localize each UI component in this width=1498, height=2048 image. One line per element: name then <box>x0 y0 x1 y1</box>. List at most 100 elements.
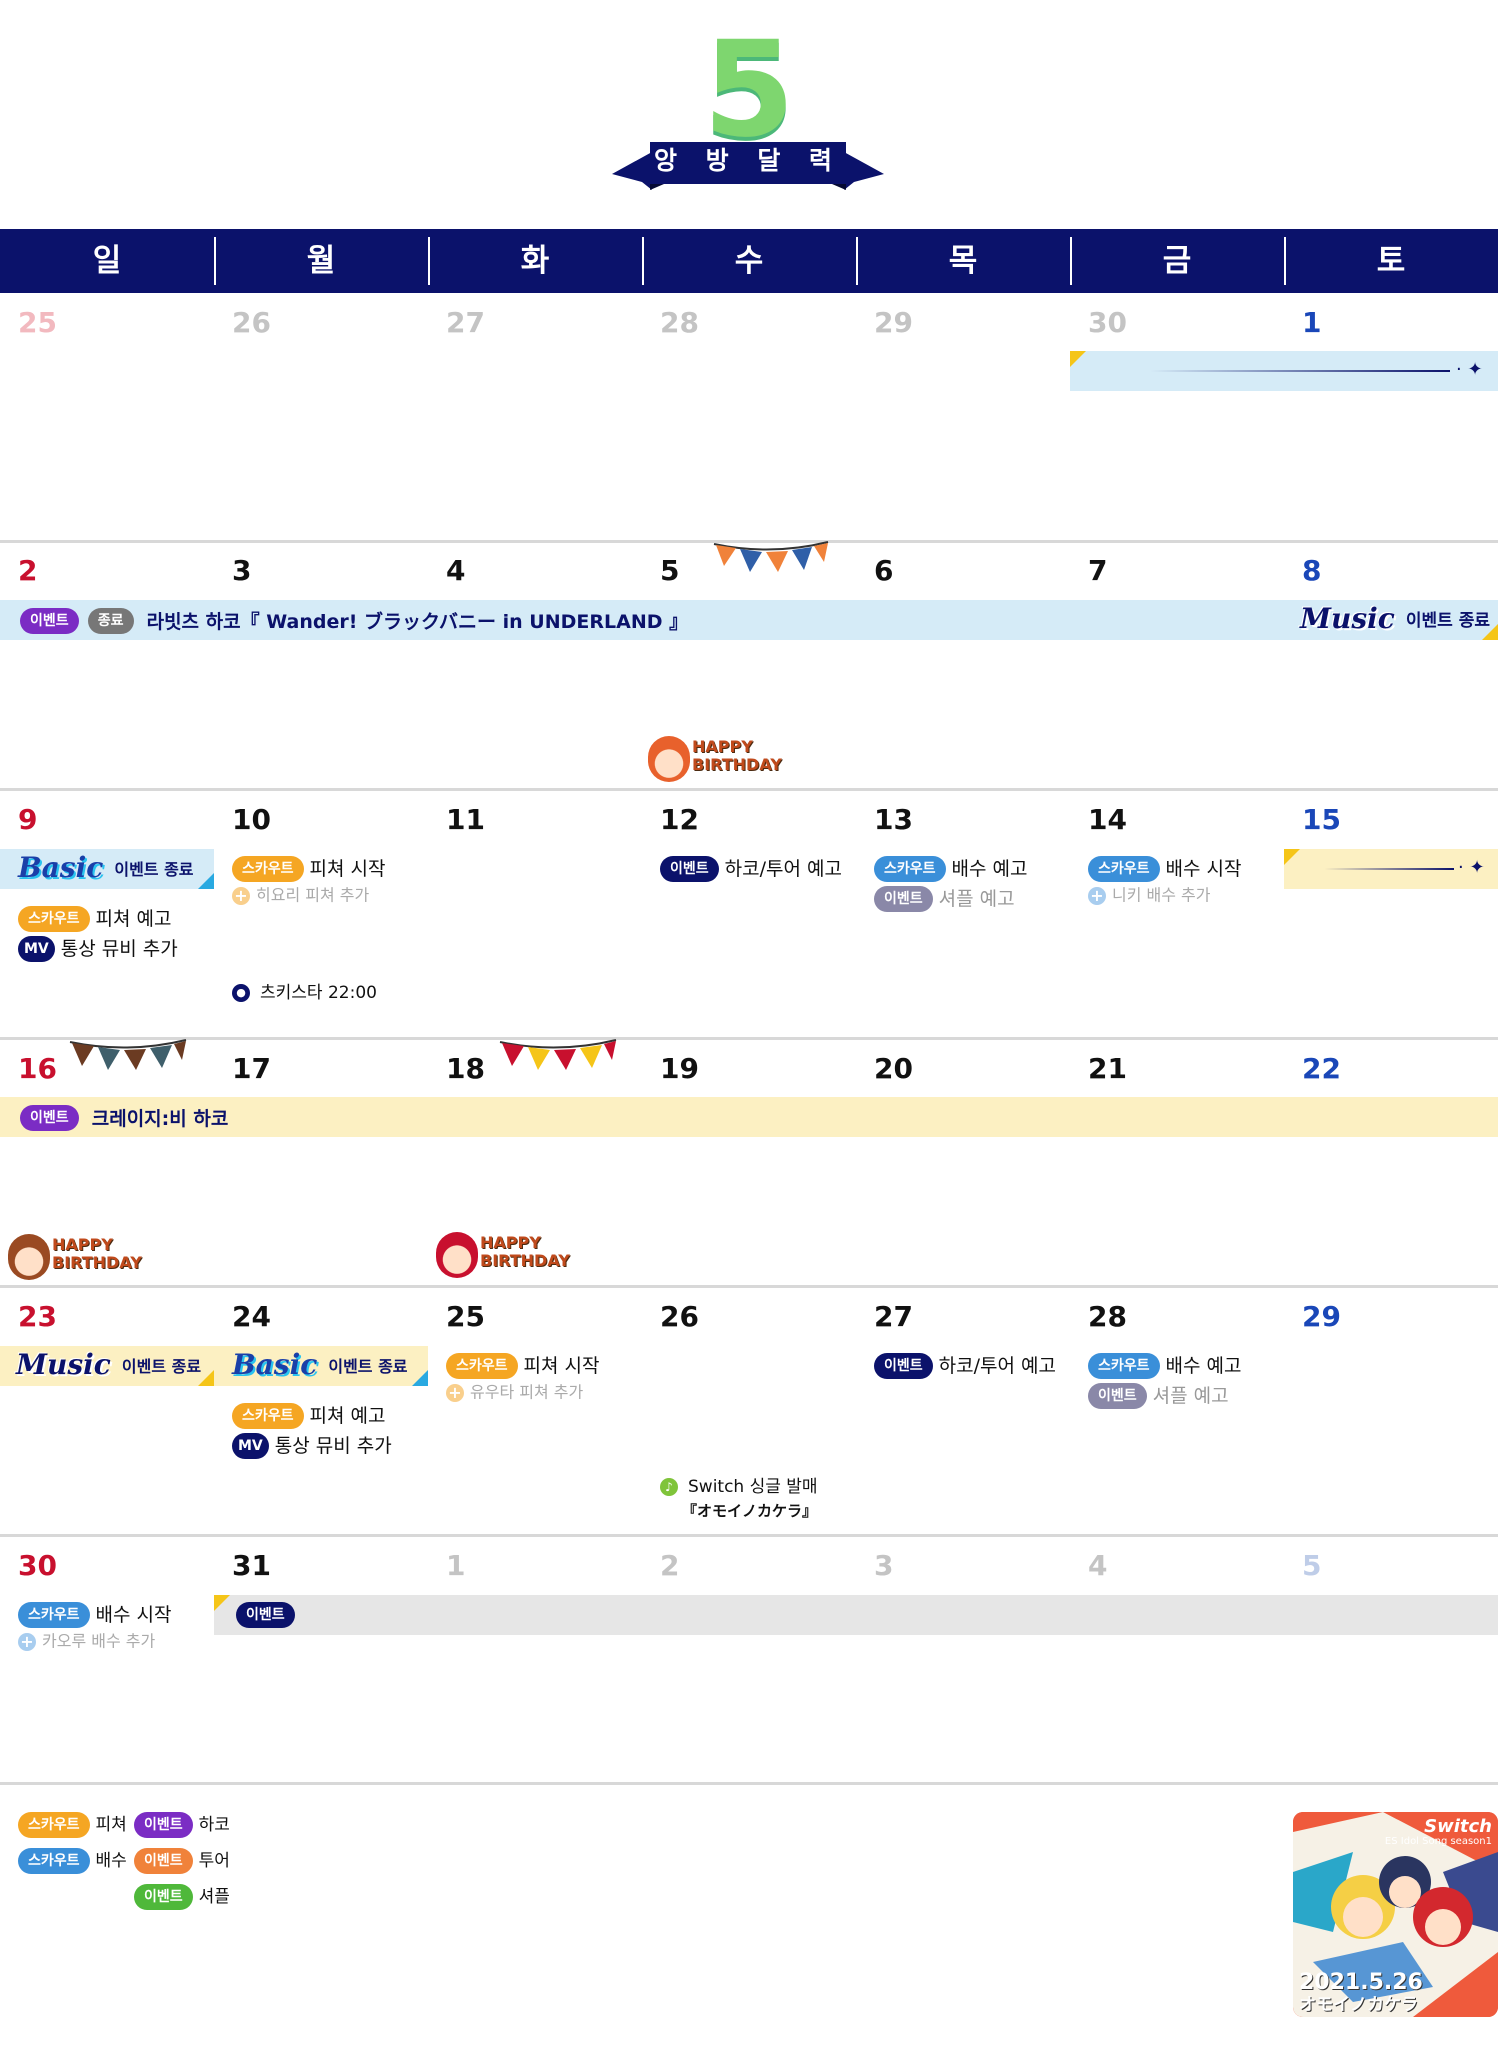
day-cell[interactable]: 24 <box>214 1292 428 1342</box>
calendar-event[interactable]: 스카우트 피쳐 예고 <box>18 904 172 933</box>
day-cell[interactable]: 28 <box>1070 1292 1284 1342</box>
day-cell[interactable]: 19 <box>642 1044 856 1094</box>
sparkle-icon: · ✦ <box>1458 857 1485 878</box>
calendar-event[interactable]: 스카우트 피쳐 예고 <box>232 1401 386 1430</box>
sparkle-line <box>1324 868 1454 870</box>
calendar-event[interactable]: MV 통상 뮤비 추가 <box>18 934 178 963</box>
day-cell[interactable]: 26 <box>214 298 428 348</box>
legend-badge: 스카우트 <box>18 1812 90 1838</box>
calendar-event[interactable]: 스카우트 배수 시작 <box>18 1600 172 1629</box>
day-cell[interactable]: 13 <box>856 795 1070 845</box>
day-cell[interactable]: 28 <box>642 298 856 348</box>
day-cell[interactable]: 3 <box>856 1541 1070 1591</box>
row-divider <box>0 1782 1498 1785</box>
calendar-event[interactable]: 스카우트 배수 예고 <box>1088 1351 1242 1380</box>
album-cover[interactable]: Switch ES Idol Song season1 2021.5.26 オモ… <box>1293 1812 1498 2017</box>
day-cell[interactable]: 21 <box>1070 1044 1284 1094</box>
day-cell[interactable]: 4 <box>1070 1541 1284 1591</box>
weekday-wed: 수 <box>642 229 856 293</box>
corner-marker <box>1284 849 1300 865</box>
calendar-event[interactable]: 이벤트 셔플 예고 <box>874 884 1015 913</box>
weekday-sat: 토 <box>1284 229 1498 293</box>
day-cell[interactable]: 5 <box>1284 1541 1498 1591</box>
scout-badge: 스카우트 <box>446 1352 518 1379</box>
day-cell[interactable]: 30 <box>1070 298 1284 348</box>
music-logo: Music <box>16 1348 111 1381</box>
day-cell[interactable]: 12 <box>642 795 856 845</box>
legend-item-event-hako: 이벤트 하코 <box>134 1811 230 1839</box>
calendar-event[interactable]: 이벤트 하코/투어 예고 <box>874 1351 1056 1380</box>
basic-logo: Basic <box>232 1348 318 1381</box>
row-divider <box>0 1534 1498 1537</box>
weekday-fri: 금 <box>1070 229 1284 293</box>
legend-badge: 스카우트 <box>18 1848 90 1874</box>
legend-badge: 이벤트 <box>134 1812 193 1838</box>
day-cell[interactable]: 2 <box>0 546 214 596</box>
day-cell[interactable]: 29 <box>856 298 1070 348</box>
day-cell[interactable]: 8 <box>1284 546 1498 596</box>
day-cell[interactable]: 3 <box>214 546 428 596</box>
event-bar-upcoming[interactable]: 이벤트 <box>214 1595 1498 1635</box>
day-cell[interactable]: 7 <box>1070 546 1284 596</box>
day-cell[interactable]: 6 <box>856 546 1070 596</box>
scout-badge: 스카우트 <box>18 1601 90 1628</box>
month-number: 5 <box>703 13 795 167</box>
calendar-event[interactable]: 이벤트 하코/투어 예고 <box>660 854 842 883</box>
event-bar[interactable]: · ✦ <box>1284 849 1498 889</box>
calendar-event[interactable]: MV 통상 뮤비 추가 <box>232 1431 392 1460</box>
day-cell[interactable]: 31 <box>214 1541 428 1591</box>
day-cell[interactable]: 25 <box>428 1292 642 1342</box>
event-bar-hako[interactable]: 이벤트 종료 라빗츠 하코『 Wander! ブラックバニー in UNDERL… <box>0 600 1498 640</box>
basic-logo: Basic <box>18 851 104 884</box>
day-cell[interactable]: 15 <box>1284 795 1498 845</box>
event-bar-basic-end[interactable]: Basic 이벤트 종료 <box>214 1346 428 1386</box>
calendar-event-sub[interactable]: + 카오루 배수 추가 <box>18 1630 155 1653</box>
day-cell[interactable]: 25 <box>0 298 214 348</box>
calendar-event[interactable]: 스카우트 피쳐 시작 <box>232 854 386 883</box>
event-badge: 이벤트 <box>236 1602 295 1628</box>
day-cell[interactable]: 23 <box>0 1292 214 1342</box>
calendar-event-sub[interactable]: + 히요리 피쳐 추가 <box>232 884 369 907</box>
event-bar-basic-end[interactable]: Basic 이벤트 종료 <box>0 849 214 889</box>
day-cell[interactable]: 1 <box>1284 298 1498 348</box>
day-cell[interactable]: 11 <box>428 795 642 845</box>
day-cell[interactable]: 27 <box>856 1292 1070 1342</box>
day-cell[interactable]: 30 <box>0 1541 214 1591</box>
event-bar[interactable]: · ✦ <box>1070 351 1498 391</box>
event-bar-hako[interactable]: 이벤트 크레이지:비 하코 <box>0 1097 1498 1137</box>
row-divider <box>0 1037 1498 1040</box>
day-cell[interactable]: 9 <box>0 795 214 845</box>
day-cell[interactable]: 2 <box>642 1541 856 1591</box>
calendar-event[interactable]: 스카우트 배수 시작 <box>1088 854 1242 883</box>
character-avatar <box>436 1232 478 1278</box>
calendar-event[interactable]: ● 츠키스타 22:00 <box>232 979 377 1007</box>
day-cell[interactable]: 4 <box>428 546 642 596</box>
day-cell[interactable]: 14 <box>1070 795 1284 845</box>
day-cell[interactable]: 10 <box>214 795 428 845</box>
event-bar-music-end[interactable]: Music 이벤트 종료 <box>0 1346 214 1386</box>
bunting-decoration <box>713 541 829 572</box>
mv-badge: MV <box>18 935 55 962</box>
calendar-event[interactable]: 스카우트 피쳐 시작 <box>446 1351 600 1380</box>
birthday-text: HAPPY BIRTHDAY <box>52 1235 142 1272</box>
calendar-event-release[interactable]: ♪ Switch 싱글 발매 <box>660 1476 818 1498</box>
corner-marker <box>214 1595 230 1611</box>
day-cell[interactable]: 26 <box>642 1292 856 1342</box>
scout-badge: 스카우트 <box>232 855 304 882</box>
day-cell[interactable]: 1 <box>428 1541 642 1591</box>
day-cell[interactable]: 27 <box>428 298 642 348</box>
day-cell[interactable]: 17 <box>214 1044 428 1094</box>
birthday-marker: HAPPY BIRTHDAY <box>436 1232 586 1280</box>
plus-icon: + <box>18 1632 36 1651</box>
day-cell[interactable]: 22 <box>1284 1044 1498 1094</box>
calendar-event-sub[interactable]: + 유우타 피쳐 추가 <box>446 1381 583 1404</box>
corner-marker <box>1482 624 1498 640</box>
sparkle-icon: · ✦ <box>1456 359 1483 380</box>
calendar-event[interactable]: 이벤트 셔플 예고 <box>1088 1381 1229 1410</box>
weekday-sun: 일 <box>92 243 122 279</box>
calendar-event-sub[interactable]: + 니키 배수 추가 <box>1088 884 1211 907</box>
music-end: Music 이벤트 종료 <box>1300 602 1490 635</box>
calendar-event[interactable]: 스카우트 배수 예고 <box>874 854 1028 883</box>
day-cell[interactable]: 29 <box>1284 1292 1498 1342</box>
day-cell[interactable]: 20 <box>856 1044 1070 1094</box>
